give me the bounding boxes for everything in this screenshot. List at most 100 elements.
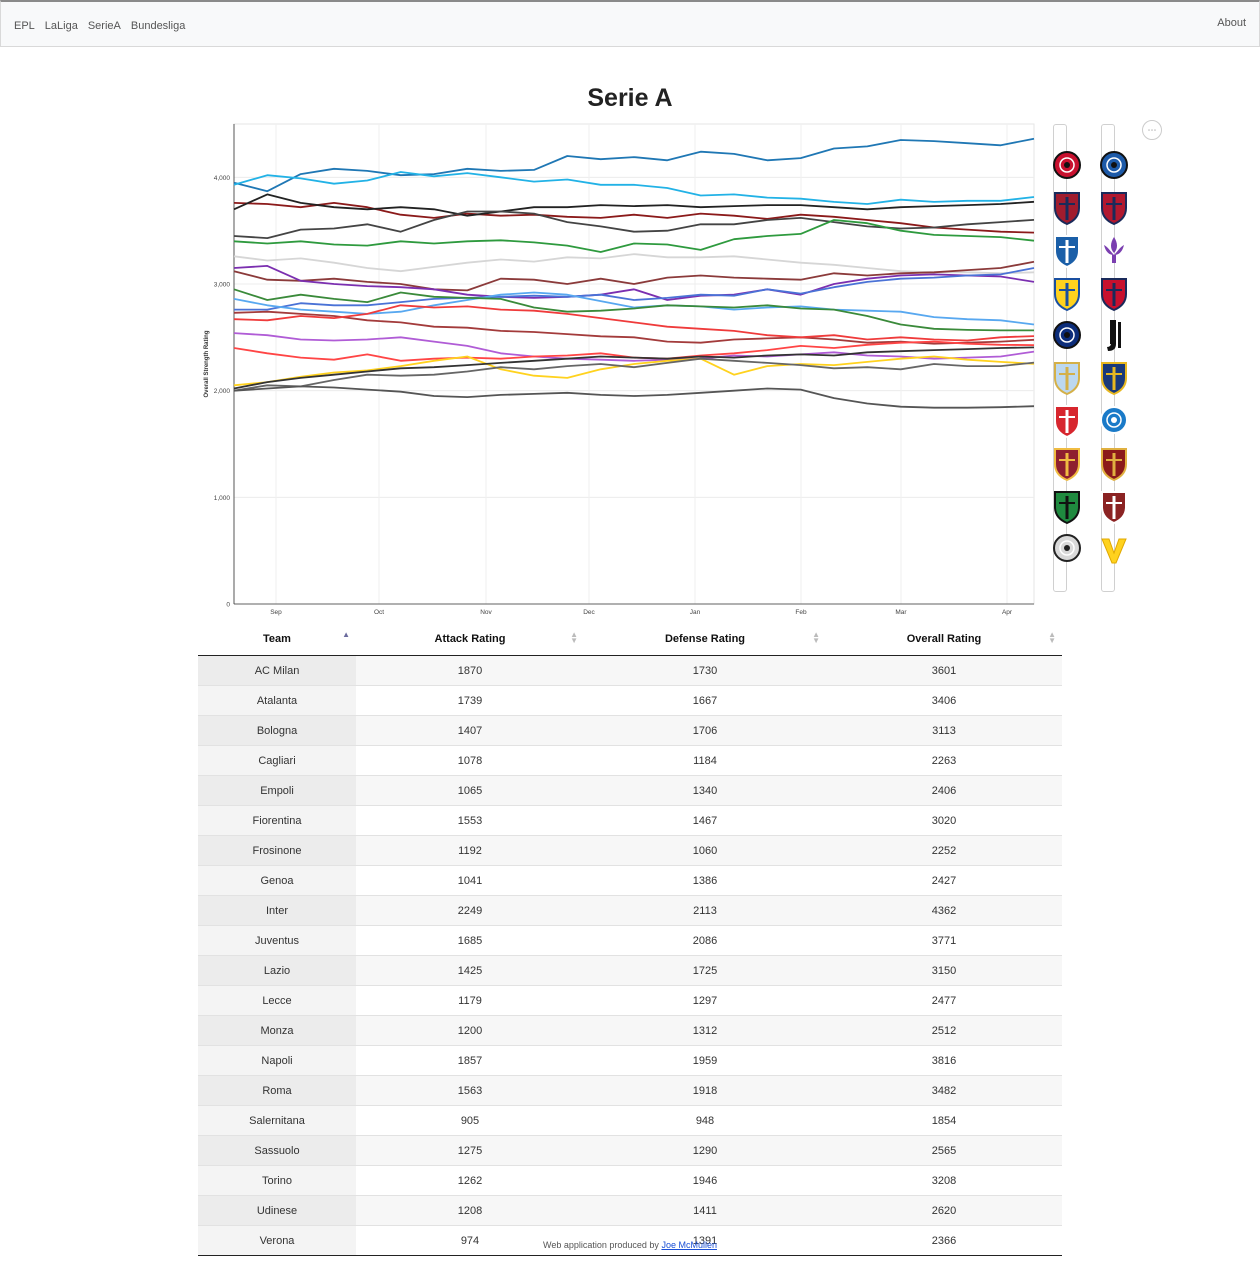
table-row: Udinese 1208 1411 2620 — [198, 1195, 1062, 1226]
defense-cell: 1290 — [584, 1135, 826, 1166]
y-axis-label: Overall Strength Rating — [204, 330, 210, 397]
defense-cell: 1184 — [584, 745, 826, 776]
attack-cell: 1208 — [356, 1195, 584, 1226]
overall-cell: 2406 — [826, 775, 1062, 806]
series-line — [233, 288, 1034, 332]
table-row: Sassuolo 1275 1290 2565 — [198, 1135, 1062, 1166]
attack-cell: 1065 — [356, 775, 584, 806]
overall-cell: 3113 — [826, 715, 1062, 746]
team-cell: Udinese — [198, 1195, 356, 1226]
verona-logo-icon[interactable] — [1099, 531, 1129, 567]
more-options-icon[interactable]: ⋯ — [1142, 120, 1162, 140]
overall-cell: 3482 — [826, 1075, 1062, 1106]
overall-cell: 2620 — [826, 1195, 1062, 1226]
nav-link-about[interactable]: About — [1217, 17, 1246, 29]
genoa-logo-icon[interactable] — [1099, 276, 1129, 312]
attack-cell: 1425 — [356, 955, 584, 986]
defense-cell: 1959 — [584, 1045, 826, 1076]
x-tick-label: Jan — [690, 609, 701, 616]
team-cell: AC Milan — [198, 655, 356, 686]
attack-cell: 1078 — [356, 745, 584, 776]
column-header-defense[interactable]: Defense Rating ▲ ▼ — [584, 623, 826, 656]
overall-cell: 2252 — [826, 835, 1062, 866]
team-cell: Fiorentina — [198, 805, 356, 836]
attack-cell: 1563 — [356, 1075, 584, 1106]
overall-cell: 2512 — [826, 1015, 1062, 1046]
nav-link-epl[interactable]: EPL — [14, 20, 35, 32]
defense-cell: 1667 — [584, 685, 826, 716]
overall-cell: 3020 — [826, 805, 1062, 836]
column-header-attack[interactable]: Attack Rating ▲ ▼ — [356, 623, 584, 656]
team-cell: Bologna — [198, 715, 356, 746]
defense-cell: 1386 — [584, 865, 826, 896]
attack-cell: 1275 — [356, 1135, 584, 1166]
fiorentina-logo-icon[interactable] — [1099, 233, 1129, 269]
x-tick-label: Nov — [480, 609, 492, 616]
udinese-logo-icon[interactable] — [1052, 531, 1082, 567]
atalanta-logo-icon[interactable] — [1099, 148, 1129, 184]
defense-cell: 1730 — [584, 655, 826, 686]
x-tick-label: Sep — [270, 609, 282, 616]
y-tick-label: 1,000 — [214, 495, 231, 502]
table-row: Atalanta 1739 1667 3406 — [198, 685, 1062, 716]
y-tick-label: 4,000 — [214, 175, 231, 182]
series-line — [233, 304, 1035, 342]
league-nav: EPL LaLiga SerieA Bundesliga — [14, 20, 185, 32]
overall-cell: 3208 — [826, 1165, 1062, 1196]
ac-milan-logo-icon[interactable] — [1052, 148, 1082, 184]
salernitana-logo-icon[interactable] — [1099, 446, 1129, 482]
bologna-logo-icon[interactable] — [1052, 190, 1082, 226]
sort-icon[interactable]: ▲ ▼ — [812, 631, 820, 645]
lazio-logo-icon[interactable] — [1052, 360, 1082, 396]
column-header-team[interactable]: Team ▲ — [198, 623, 356, 656]
inter-logo-icon[interactable] — [1052, 318, 1082, 354]
napoli-logo-icon[interactable] — [1099, 403, 1129, 439]
table-row: Fiorentina 1553 1467 3020 — [198, 805, 1062, 836]
author-link[interactable]: Joe McMullen — [661, 1240, 717, 1250]
y-tick-label: 2,000 — [214, 388, 231, 395]
sort-icon[interactable]: ▲ ▼ — [570, 631, 578, 645]
table-row: Lazio 1425 1725 3150 — [198, 955, 1062, 986]
table-row: Torino 1262 1946 3208 — [198, 1165, 1062, 1196]
team-cell: Napoli — [198, 1045, 356, 1076]
frosinone-logo-icon[interactable] — [1052, 276, 1082, 312]
y-tick-label: 3,000 — [214, 282, 231, 289]
top-navbar: EPL LaLiga SerieA Bundesliga About — [0, 0, 1260, 47]
monza-logo-icon[interactable] — [1052, 403, 1082, 439]
x-tick-label: Feb — [795, 609, 807, 616]
team-cell: Salernitana — [198, 1105, 356, 1136]
torino-logo-icon[interactable] — [1099, 489, 1129, 525]
sassuolo-logo-icon[interactable] — [1052, 489, 1082, 525]
overall-cell: 3406 — [826, 685, 1062, 716]
juventus-logo-icon[interactable] — [1099, 318, 1129, 354]
attack-cell: 1870 — [356, 655, 584, 686]
roma-logo-icon[interactable] — [1052, 446, 1082, 482]
empoli-logo-icon[interactable] — [1052, 233, 1082, 269]
page-title: Serie A — [587, 84, 673, 112]
overall-cell: 3150 — [826, 955, 1062, 986]
sort-icon[interactable]: ▲ ▼ — [1048, 631, 1056, 645]
nav-link-seriea[interactable]: SerieA — [88, 20, 121, 32]
defense-cell: 1411 — [584, 1195, 826, 1226]
nav-link-laliga[interactable]: LaLiga — [45, 20, 78, 32]
overall-cell: 3816 — [826, 1045, 1062, 1076]
defense-cell: 1706 — [584, 715, 826, 746]
footer: Web application produced by Joe McMullen — [0, 1240, 1260, 1250]
table-row: Lecce 1179 1297 2477 — [198, 985, 1062, 1016]
table-row: Empoli 1065 1340 2406 — [198, 775, 1062, 806]
lecce-logo-icon[interactable] — [1099, 360, 1129, 396]
team-cell: Monza — [198, 1015, 356, 1046]
attack-cell: 1685 — [356, 925, 584, 956]
cagliari-logo-icon[interactable] — [1099, 190, 1129, 226]
overall-cell: 4362 — [826, 895, 1062, 926]
defense-cell: 2086 — [584, 925, 826, 956]
nav-link-bundesliga[interactable]: Bundesliga — [131, 20, 185, 32]
table-row: Frosinone 1192 1060 2252 — [198, 835, 1062, 866]
table-row: Monza 1200 1312 2512 — [198, 1015, 1062, 1046]
defense-cell: 1060 — [584, 835, 826, 866]
column-header-overall[interactable]: Overall Rating ▲ ▼ — [826, 623, 1062, 656]
strength-line-chart[interactable]: 0 1,000 2,000 3,000 4,000 Sep Oct Nov Dec Jan Feb M… — [198, 118, 1038, 620]
series-line — [233, 385, 1035, 409]
attack-cell: 1857 — [356, 1045, 584, 1076]
sort-asc-icon[interactable]: ▲ — [342, 631, 350, 639]
